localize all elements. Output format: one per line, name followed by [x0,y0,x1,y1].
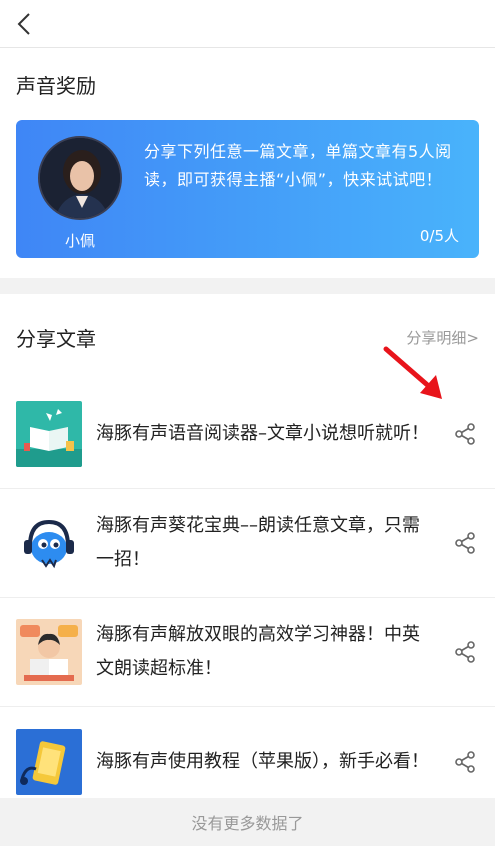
article-item[interactable]: 海豚有声解放双眼的高效学习神器！中英文朗读超标准！ [0,598,495,707]
reward-title: 声音奖励 [16,73,96,98]
reward-section: 声音奖励 小佩 分享下列任意一篇文章，单篇文章有5人阅读，即可获得主播“小佩”，… [0,48,495,278]
article-title: 海豚有声使用教程（苹果版），新手必看！ [96,750,429,772]
share-icon[interactable] [453,422,477,446]
anchor-avatar-block: 小佩 [36,136,124,251]
article-item[interactable]: 海豚有声语音阅读器–文章小说想听就听！ [0,380,495,489]
top-bar [0,0,495,48]
share-icon[interactable] [453,531,477,555]
dolphin-headphones-thumb [16,510,82,576]
reward-progress: 0/5人 [419,227,459,245]
child-reading-thumb [16,619,82,685]
no-more-data: 没有更多数据了 [0,798,495,846]
share-detail-link[interactable]: 分享明细> [406,327,479,348]
reward-card: 小佩 分享下列任意一篇文章，单篇文章有5人阅读，即可获得主播“小佩”，快来试试吧… [16,120,479,258]
avatar [38,136,122,220]
book-illustration-thumb [16,401,82,467]
share-icon[interactable] [453,640,477,664]
article-item[interactable]: 海豚有声葵花宝典––朗读任意文章，只需一招！ [0,489,495,598]
avatar-name: 小佩 [64,232,95,250]
phone-headphones-thumb [16,728,82,795]
share-header: 分享文章 分享明细> [0,294,495,380]
article-title: 海豚有声解放双眼的高效学习神器！中英文朗读超标准！ [96,624,420,679]
share-icon[interactable] [453,750,477,774]
share-title: 分享文章 [16,326,96,351]
reward-description: 分享下列任意一篇文章，单篇文章有5人阅读，即可获得主播“小佩”，快来试试吧！ [144,142,452,189]
back-button[interactable] [8,8,40,40]
share-section: 分享文章 分享明细> 海豚有声语音阅读器–文章小说想听就听！ 海豚有声葵花宝典–… [0,294,495,816]
article-title: 海豚有声语音阅读器–文章小说想听就听！ [96,423,429,444]
article-title: 海豚有声葵花宝典––朗读任意文章，只需一招！ [96,515,420,570]
chevron-left-icon [17,12,30,35]
